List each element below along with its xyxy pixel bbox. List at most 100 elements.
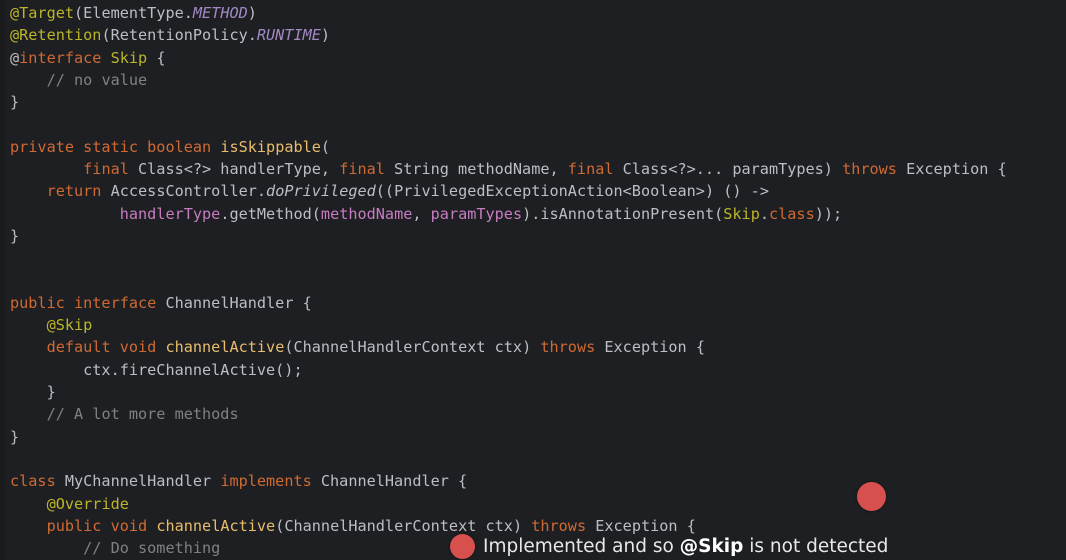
code-token: String methodName, [384, 160, 568, 179]
code-line[interactable]: public interface ChannelHandler { [0, 292, 1066, 314]
code-token: final [83, 160, 129, 179]
code-line[interactable]: @interface Skip { [0, 47, 1066, 69]
code-token: channelActive [165, 338, 285, 357]
code-editor-content[interactable]: @Target(ElementType.METHOD) @Retention(Re… [0, 0, 1066, 560]
code-token: @Override [46, 494, 129, 513]
red-dot-marker-legend [450, 534, 475, 559]
code-line[interactable] [0, 448, 1066, 470]
code-token: ) [247, 4, 257, 22]
code-token: ChannelHandler { [311, 472, 468, 491]
annotation-caption-bold: @Skip [679, 536, 744, 557]
code-token: private static boolean [10, 137, 212, 156]
code-line[interactable]: public void channelActive(ChannelHandler… [0, 515, 1066, 537]
code-token: ((PrivilegedExceptionAction<Boolean>) ()… [375, 182, 769, 201]
code-token: METHOD [192, 4, 248, 22]
code-token: (ChannelHandlerContext ctx) [284, 338, 541, 357]
code-token: public interface [10, 293, 157, 312]
code-line[interactable]: @Retention(RetentionPolicy.RUNTIME) [0, 24, 1066, 46]
code-token: channelActive [156, 516, 276, 535]
code-token: ChannelHandler { [156, 293, 312, 312]
code-line[interactable]: private static boolean isSkippable( [0, 136, 1066, 158]
code-token: return [46, 182, 102, 201]
code-token: @Skip [46, 316, 93, 335]
code-token: .getMethod( [220, 204, 321, 223]
code-token: ctx.fireChannelActive(); [10, 360, 303, 379]
code-line[interactable]: ctx.fireChannelActive(); [0, 359, 1066, 381]
code-token: final [339, 160, 385, 179]
code-token: paramTypes [430, 204, 523, 223]
code-token: )); [814, 204, 843, 223]
code-token: isSkippable [220, 137, 321, 156]
code-token: . [759, 204, 769, 223]
code-line[interactable]: // A lot more methods [0, 403, 1066, 425]
code-line[interactable] [0, 247, 1066, 269]
code-token: interface [19, 48, 102, 67]
code-token: // no value [46, 70, 148, 89]
code-token: } [10, 226, 20, 245]
code-token: (ElementType. [74, 4, 193, 22]
code-line[interactable]: } [0, 91, 1066, 113]
code-token: throws [540, 338, 596, 357]
code-token: ).isAnnotationPresent( [522, 204, 724, 223]
code-line[interactable]: final Class<?> handlerType, final String… [0, 158, 1066, 180]
code-token: { [147, 48, 166, 67]
code-token: , [412, 204, 431, 223]
red-dot-marker-inline [857, 482, 886, 511]
code-token: Skip [723, 204, 760, 223]
code-token: handlerType [119, 204, 221, 223]
code-line[interactable] [0, 270, 1066, 292]
code-token: @Target [10, 4, 75, 22]
code-token: throws [842, 160, 897, 179]
code-token: methodName [320, 204, 413, 223]
code-token: @Retention [10, 26, 102, 45]
code-token: } [10, 383, 56, 402]
code-token: default void [46, 338, 157, 357]
code-token: Exception { [586, 516, 696, 535]
code-token: class [10, 472, 56, 491]
code-line[interactable]: default void channelActive(ChannelHandle… [0, 336, 1066, 358]
code-token: doPrivileged [266, 182, 376, 201]
code-token: Exception { [595, 338, 705, 357]
code-token: ) [320, 26, 331, 45]
code-line[interactable]: } [0, 381, 1066, 403]
code-line[interactable] [0, 113, 1066, 135]
code-screenshot: @Target(ElementType.METHOD) @Retention(Re… [0, 0, 1066, 560]
code-token: Class<?>... paramTypes) [613, 160, 843, 179]
code-token: } [10, 93, 20, 112]
code-token: (ChannelHandlerContext ctx) [275, 516, 532, 535]
code-token: @ [10, 48, 20, 67]
code-token: class [769, 204, 815, 223]
code-token: } [10, 427, 20, 446]
code-token: (RetentionPolicy. [101, 26, 257, 45]
code-line[interactable]: @Target(ElementType.METHOD) [0, 2, 1066, 24]
code-token: ( [320, 137, 331, 156]
code-line[interactable]: @Skip [0, 314, 1066, 336]
code-line[interactable]: @Override [0, 493, 1066, 515]
annotation-caption: Implemented and so @Skip is not detected [483, 536, 888, 557]
code-line[interactable]: // no value [0, 69, 1066, 91]
code-line[interactable]: handlerType.getMethod(methodName, paramT… [0, 203, 1066, 225]
code-line[interactable]: return AccessController.doPrivileged((Pr… [0, 180, 1066, 202]
code-line[interactable]: class MyChannelHandler implements Channe… [0, 470, 1066, 492]
code-line[interactable]: } [0, 225, 1066, 247]
code-line[interactable]: } [0, 426, 1066, 448]
code-token: MyChannelHandler [55, 472, 221, 491]
code-token: final [567, 160, 614, 179]
code-token: Class<?> handlerType, [128, 160, 340, 179]
code-token: AccessController. [101, 182, 267, 201]
code-token: throws [531, 516, 587, 535]
code-token: public void [46, 516, 148, 535]
annotation-caption-prefix: Implemented and so [483, 536, 680, 557]
